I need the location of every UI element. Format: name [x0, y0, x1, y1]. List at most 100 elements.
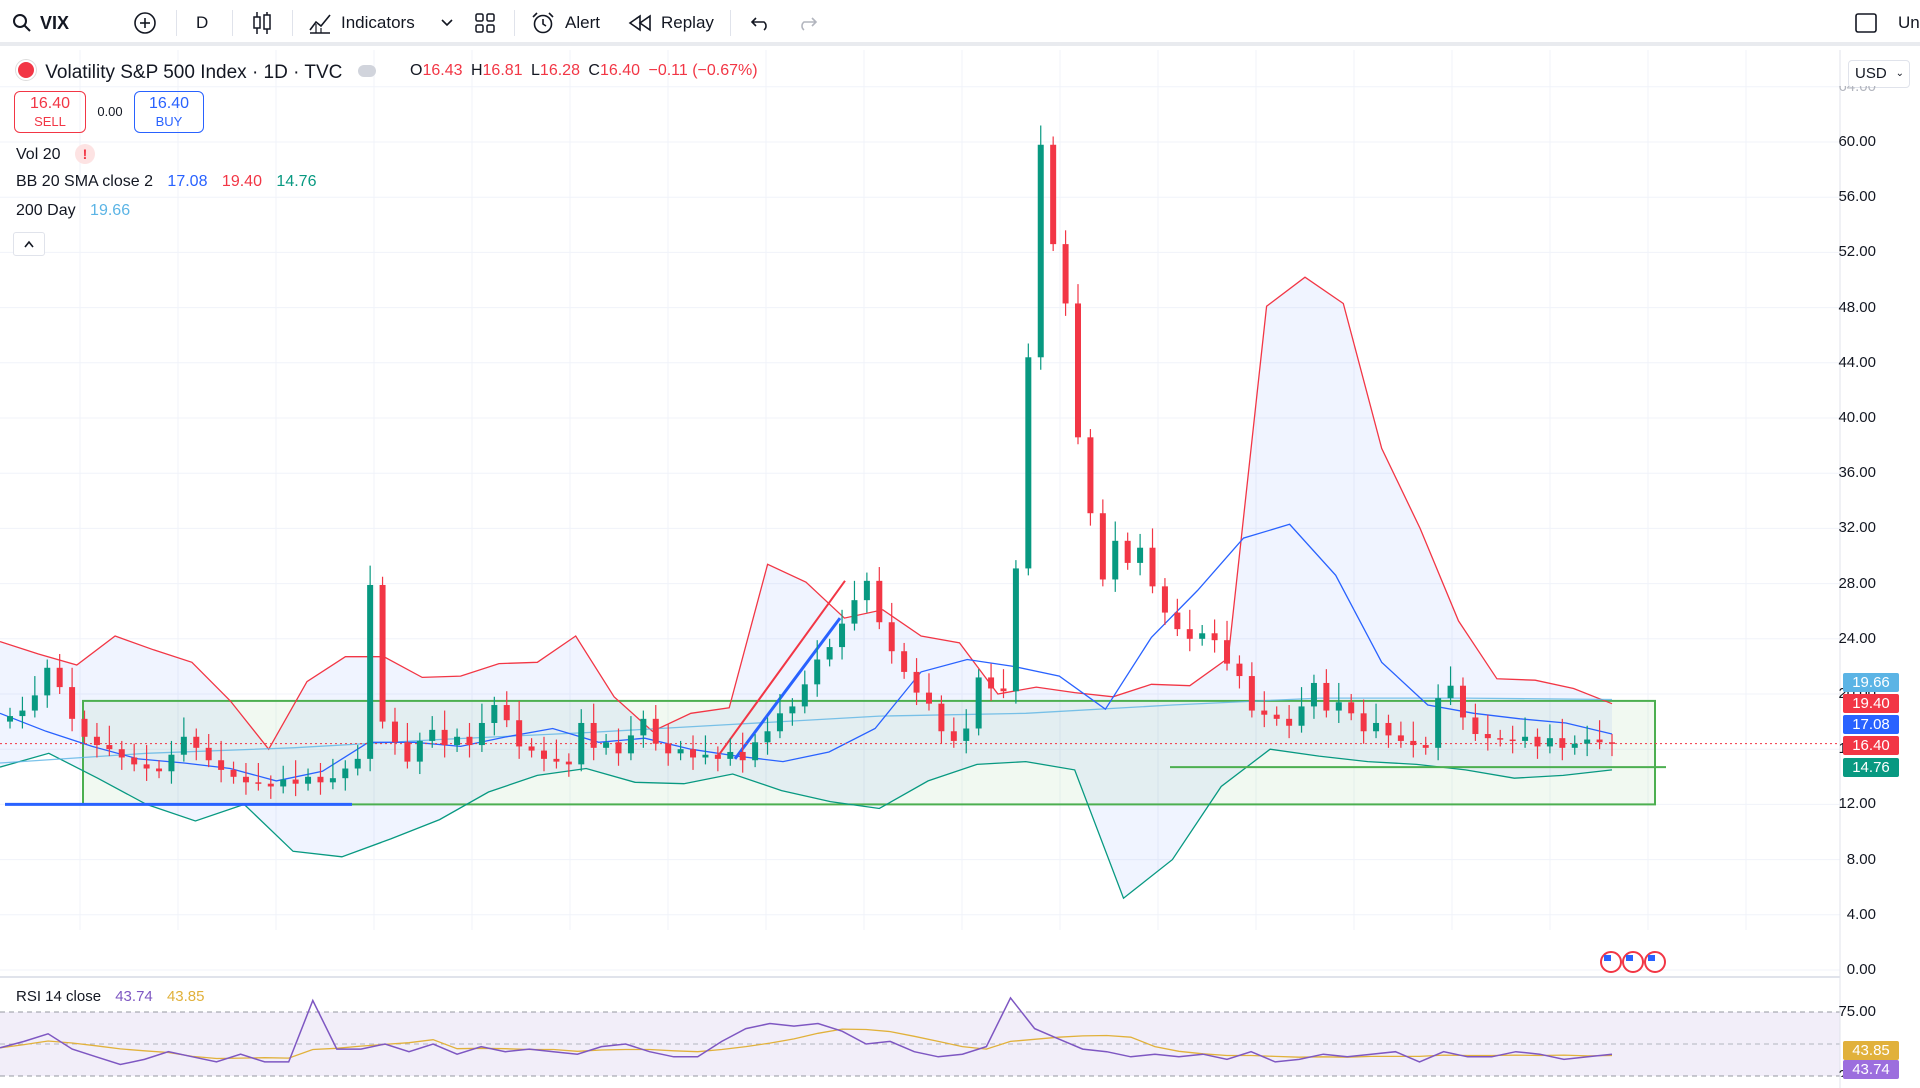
candle-body: [280, 779, 287, 787]
candle-body: [1025, 357, 1032, 569]
candle-body: [714, 754, 721, 759]
price-axis-label: 8.00: [1846, 850, 1876, 868]
price-axis-label: 52.00: [1838, 243, 1876, 261]
candle-body: [1099, 513, 1106, 580]
candle-body: [317, 776, 324, 783]
candle-body: [168, 754, 175, 772]
warning-icon[interactable]: !: [74, 144, 95, 164]
fullscreen-button[interactable]: [1854, 0, 1878, 46]
open-value: 16.43: [422, 62, 463, 79]
candle-body: [565, 761, 572, 765]
chart-type-button[interactable]: [250, 0, 274, 46]
market-status-icon[interactable]: [357, 65, 376, 77]
flag-canton: [1648, 955, 1655, 961]
buy-button[interactable]: 16.40 BUY: [134, 91, 204, 133]
compare-button[interactable]: [133, 0, 157, 46]
candle-body: [441, 729, 448, 746]
indicators-button[interactable]: Indicators: [308, 0, 415, 46]
candle-body: [888, 622, 895, 652]
candle-body: [305, 776, 312, 784]
candle-body: [205, 747, 212, 761]
candle-body: [1236, 663, 1243, 677]
chevron-up-icon: [24, 240, 34, 248]
rsi-ma-value: 43.85: [166, 988, 205, 1005]
collapse-legend-button[interactable]: [13, 232, 45, 256]
candle-body: [342, 768, 349, 779]
candle-body: [702, 754, 709, 758]
high-label: H: [470, 62, 483, 79]
candle-body: [491, 705, 498, 723]
rsi-pane[interactable]: [0, 978, 1920, 1088]
interval-button[interactable]: D: [196, 0, 208, 46]
candle-body: [1087, 437, 1094, 514]
candle-body: [1323, 682, 1330, 711]
candle-body: [789, 706, 796, 714]
candle-body: [7, 716, 13, 722]
candle-body: [1522, 736, 1529, 741]
layouts-button[interactable]: [474, 0, 496, 46]
candle-body: [1112, 540, 1119, 580]
price-axis-label: 4.00: [1846, 905, 1876, 923]
candle-body: [826, 647, 833, 660]
candle-body: [590, 722, 597, 748]
chevron-down-icon: ⌄: [1895, 68, 1904, 79]
candle-body: [925, 692, 932, 704]
candle-body: [218, 760, 225, 770]
candle-body: [615, 742, 622, 754]
bollinger-legend[interactable]: BB 20 SMA close 2 17.08 19.40 14.76: [16, 173, 316, 191]
price-tag: 19.40: [1843, 694, 1899, 713]
symbol-search[interactable]: VIX: [12, 0, 69, 46]
ma200-legend[interactable]: 200 Day 19.66: [16, 202, 130, 220]
candle-body: [1360, 713, 1367, 732]
candle-body: [1298, 706, 1305, 726]
volume-indicator-legend[interactable]: Vol 20 !: [16, 144, 95, 164]
sell-button[interactable]: 16.40 SELL: [14, 91, 86, 133]
candle-body: [379, 584, 386, 722]
toolbar-divider: [730, 10, 731, 36]
low-label: L: [531, 62, 540, 79]
search-icon: [13, 14, 31, 32]
toolbar-divider: [292, 10, 293, 36]
rsi-legend[interactable]: RSI 14 close 43.74 43.85: [16, 988, 204, 1005]
candle-body: [230, 769, 237, 777]
candle-body: [242, 776, 249, 783]
price-axis-label: 40.00: [1838, 409, 1876, 426]
rsi-tag: 43.85: [1843, 1041, 1899, 1060]
plus-circle-icon: [134, 12, 156, 34]
candle-body: [391, 721, 398, 743]
candle-body: [143, 764, 150, 769]
candle-body: [1273, 714, 1280, 719]
candle-body: [44, 667, 51, 696]
candle-body: [652, 718, 659, 744]
candle-body: [665, 743, 672, 754]
candle-body: [876, 580, 883, 623]
candle-body: [1546, 738, 1553, 747]
toolbar-divider: [176, 10, 177, 36]
candle-body: [1373, 722, 1380, 732]
redo-button[interactable]: [796, 0, 818, 46]
top-toolbar: VIX D Indicators Alert Replay Un: [0, 0, 1920, 46]
undo-button[interactable]: [750, 0, 772, 46]
replay-button[interactable]: Replay: [628, 0, 714, 46]
candle-body: [752, 742, 759, 761]
candle-body: [19, 710, 26, 717]
candle-body: [69, 687, 76, 719]
alert-button[interactable]: Alert: [530, 0, 600, 46]
flag-canton: [1626, 955, 1633, 961]
candle-body: [739, 751, 746, 761]
candle-body: [776, 713, 783, 732]
sell-label: SELL: [34, 114, 66, 129]
symbol-label: VIX: [40, 12, 70, 33]
templates-dropdown[interactable]: [440, 0, 454, 46]
candle-body: [1348, 702, 1355, 714]
candle-body: [553, 758, 560, 762]
flag-icons[interactable]: [1600, 951, 1666, 973]
candle-body: [1472, 717, 1479, 735]
candle-body: [963, 728, 970, 741]
candle-body: [690, 749, 697, 758]
symbol-legend[interactable]: Volatility S&P 500 Index · 1D · TVC: [16, 60, 376, 84]
currency-selector[interactable]: USD ⌄: [1848, 60, 1910, 88]
close-value: 16.40: [599, 62, 641, 79]
price-axis-label: 48.00: [1838, 298, 1876, 316]
rsi-value: 43.74: [115, 988, 153, 1005]
